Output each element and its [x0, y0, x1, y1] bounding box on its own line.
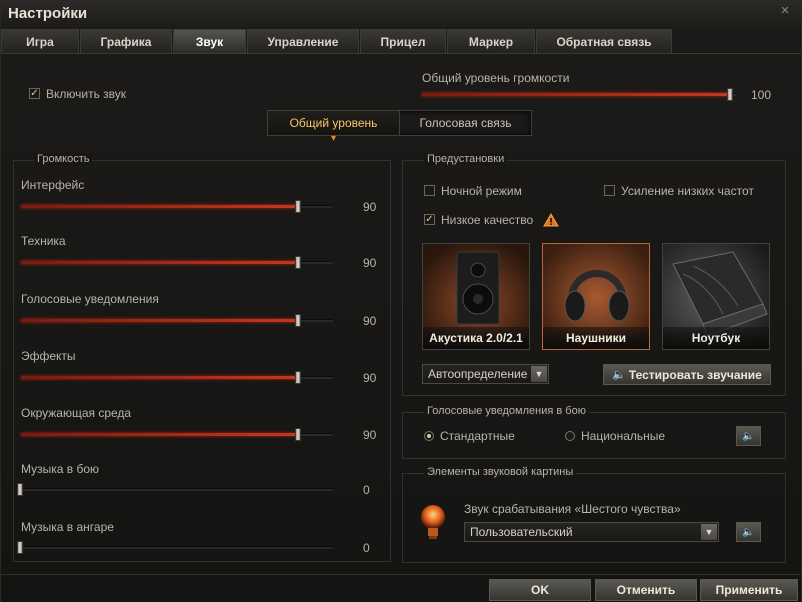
mode-switch: Общий уровень ▾ Голосовая связь: [267, 110, 532, 144]
slider-thumb[interactable]: [17, 483, 23, 496]
preset-headphones-label: Наушники: [543, 327, 649, 349]
tab-marker[interactable]: Маркер: [447, 29, 535, 53]
tab-sound[interactable]: Звук: [173, 29, 246, 53]
speaker-icon: 🔈: [612, 369, 626, 381]
radio-standard-label: Стандартные: [440, 429, 515, 443]
sixth-sense-select-value: Пользовательский: [470, 525, 573, 539]
voice-preview-button[interactable]: 🔈: [736, 426, 761, 446]
tab-graphics[interactable]: Графика: [80, 29, 172, 53]
volume-interface-value: 90: [363, 200, 377, 214]
voice-notifications-title: Голосовые уведомления в бою: [424, 405, 589, 417]
night-mode-checkbox[interactable]: [424, 185, 435, 196]
volume-hangar-music-label: Музыка в ангаре: [21, 520, 114, 534]
tab-controls[interactable]: Управление: [247, 29, 359, 53]
title-bar: Настройки ×: [1, 1, 801, 28]
tab-sight[interactable]: Прицел: [360, 29, 446, 53]
sound-elements-title: Элементы звуковой картины: [424, 466, 577, 478]
volume-vehicle-slider[interactable]: [21, 256, 333, 269]
volume-battle-music-value: 0: [363, 483, 370, 497]
tab-general-level[interactable]: Общий уровень ▾: [268, 111, 400, 144]
volume-vehicle-label: Техника: [21, 234, 66, 248]
preset-laptop-label: Ноутбук: [663, 327, 769, 349]
master-volume-slider[interactable]: [422, 88, 736, 101]
volume-ambient-label: Окружающая среда: [21, 406, 132, 420]
slider-thumb[interactable]: [295, 371, 301, 384]
close-icon[interactable]: ×: [777, 3, 793, 19]
test-sound-label: Тестировать звучание: [628, 367, 762, 382]
device-select[interactable]: Автоопределение ▼: [422, 364, 549, 384]
volume-effects-label: Эффекты: [21, 349, 76, 363]
night-mode-label: Ночной режим: [441, 184, 522, 198]
radio-national[interactable]: [565, 431, 575, 441]
sixth-sense-label: Звук срабатывания «Шестого чувства»: [464, 502, 681, 516]
speaker-icon: 🔈: [742, 430, 755, 442]
preset-headphones[interactable]: Наушники: [542, 243, 650, 350]
tab-voice-chat[interactable]: Голосовая связь: [400, 111, 531, 135]
speaker-icon: 🔈: [742, 526, 755, 538]
volume-voice-notifications-value: 90: [363, 314, 377, 328]
volume-effects-slider[interactable]: [21, 371, 333, 384]
device-select-value: Автоопределение: [428, 367, 528, 381]
master-volume-label: Общий уровень громкости: [422, 71, 570, 85]
volume-battle-music-slider[interactable]: [17, 483, 333, 496]
volume-vehicle-value: 90: [363, 256, 377, 270]
volume-group-title: Громкость: [34, 153, 93, 165]
lightbulb-icon: [421, 505, 445, 539]
low-quality-label: Низкое качество: [441, 213, 534, 227]
preset-speakers[interactable]: Акустика 2.0/2.1: [422, 243, 530, 350]
sixth-sense-select[interactable]: Пользовательский ▼: [464, 522, 719, 542]
slider-thumb[interactable]: [295, 428, 301, 441]
slider-thumb[interactable]: [295, 314, 301, 327]
bass-boost-checkbox[interactable]: [604, 185, 615, 196]
volume-voice-notifications-slider[interactable]: [21, 314, 333, 327]
presets-group-title: Предустановки: [424, 153, 508, 165]
cancel-button[interactable]: Отменить: [595, 579, 697, 601]
master-volume-value: 100: [751, 88, 772, 102]
chevron-down-icon: ▾: [330, 133, 337, 144]
window-title: Настройки: [8, 5, 88, 22]
volume-voice-notifications-label: Голосовые уведомления: [21, 292, 159, 306]
chevron-down-icon: ▼: [531, 366, 547, 382]
warning-icon: [543, 213, 559, 227]
volume-effects-value: 90: [363, 371, 377, 385]
enable-sound-label: Включить звук: [46, 87, 127, 101]
volume-hangar-music-slider[interactable]: [17, 541, 333, 554]
ok-button[interactable]: OK: [489, 579, 591, 601]
volume-ambient-value: 90: [363, 428, 377, 442]
volume-interface-slider[interactable]: [21, 200, 333, 213]
volume-hangar-music-value: 0: [363, 541, 370, 555]
radio-national-label: Национальные: [581, 429, 666, 443]
radio-standard[interactable]: [424, 431, 434, 441]
low-quality-checkbox[interactable]: ✓: [424, 214, 435, 225]
sixth-sense-preview-button[interactable]: 🔈: [736, 522, 761, 542]
sound-elements-group: [402, 473, 786, 563]
settings-window: Настройки × Игра Графика Звук Управление…: [0, 0, 802, 602]
enable-sound-checkbox[interactable]: ✓: [29, 88, 40, 99]
volume-battle-music-label: Музыка в бою: [21, 462, 100, 476]
tab-general-level-label: Общий уровень: [289, 116, 378, 130]
test-sound-button[interactable]: 🔈 Тестировать звучание: [603, 364, 771, 385]
apply-button[interactable]: Применить: [700, 579, 798, 601]
chevron-down-icon: ▼: [701, 524, 717, 540]
slider-thumb[interactable]: [17, 541, 23, 554]
settings-tabs: Игра Графика Звук Управление Прицел Марк…: [1, 29, 673, 53]
slider-thumb[interactable]: [295, 200, 301, 213]
slider-thumb[interactable]: [295, 256, 301, 269]
volume-interface-label: Интерфейс: [21, 178, 85, 192]
volume-ambient-slider[interactable]: [21, 428, 333, 441]
tab-feedback[interactable]: Обратная связь: [536, 29, 672, 53]
slider-thumb[interactable]: [727, 88, 733, 101]
preset-speakers-label: Акустика 2.0/2.1: [423, 327, 529, 349]
bass-boost-label: Усиление низких частот: [621, 184, 754, 198]
preset-laptop[interactable]: Ноутбук: [662, 243, 770, 350]
tab-game[interactable]: Игра: [1, 29, 79, 53]
